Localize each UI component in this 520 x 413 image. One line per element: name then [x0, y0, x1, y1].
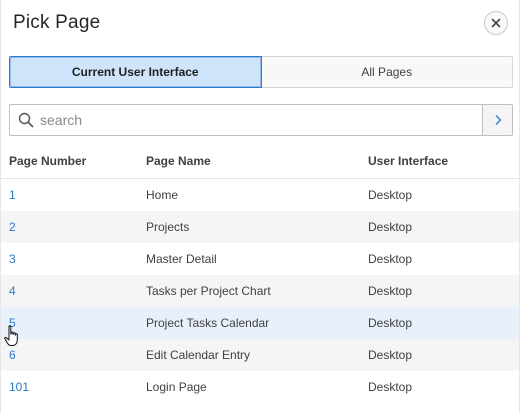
chevron-right-icon: [495, 115, 501, 125]
search-field: [9, 104, 482, 136]
header-page-number[interactable]: Page Number: [1, 154, 146, 168]
search-go-button[interactable]: [482, 104, 513, 136]
cell-user-interface: Desktop: [368, 252, 413, 266]
ui-filter-tabs: Current User Interface All Pages: [9, 56, 513, 88]
cell-user-interface: Desktop: [368, 316, 413, 330]
header-page-name[interactable]: Page Name: [146, 154, 368, 168]
cell-page-number[interactable]: 5: [1, 316, 146, 330]
cell-user-interface: Desktop: [368, 220, 413, 234]
table-row[interactable]: 1 Home Desktop: [1, 179, 519, 211]
cell-page-number[interactable]: 3: [1, 252, 146, 266]
table-row[interactable]: 5 Project Tasks Calendar Desktop: [1, 307, 519, 339]
cell-page-number[interactable]: 101: [1, 380, 146, 394]
pages-table: Page Number Page Name User Interface 1 H…: [1, 144, 519, 403]
table-row[interactable]: 4 Tasks per Project Chart Desktop: [1, 275, 519, 307]
cell-page-number[interactable]: 1: [1, 188, 146, 202]
search-bar: [9, 104, 513, 136]
cell-page-name: Master Detail: [146, 252, 217, 266]
dialog-title-bar: Pick Page: [1, 0, 519, 48]
cell-page-name: Tasks per Project Chart: [146, 284, 271, 298]
table-body: 1 Home Desktop 2 Projects Desktop 3 Mast…: [1, 179, 519, 403]
cell-page-name: Project Tasks Calendar: [146, 316, 270, 330]
cell-user-interface: Desktop: [368, 284, 413, 298]
cell-user-interface: Desktop: [368, 348, 413, 362]
table-row[interactable]: 6 Edit Calendar Entry Desktop: [1, 339, 519, 371]
search-icon: [18, 112, 34, 128]
table-row[interactable]: 2 Projects Desktop: [1, 211, 519, 243]
cell-page-name: Login Page: [146, 380, 207, 394]
pick-page-dialog: Pick Page Current User Interface All Pag…: [0, 0, 520, 413]
table-row[interactable]: 3 Master Detail Desktop: [1, 243, 519, 275]
dialog-title: Pick Page: [13, 12, 101, 33]
cell-page-name: Projects: [146, 220, 190, 234]
cell-page-name: Edit Calendar Entry: [146, 348, 251, 362]
header-user-interface[interactable]: User Interface: [368, 154, 519, 168]
cell-user-interface: Desktop: [368, 380, 413, 394]
cell-page-number[interactable]: 6: [1, 348, 146, 362]
cell-page-number[interactable]: 2: [1, 220, 146, 234]
close-button[interactable]: [484, 11, 508, 35]
tab-all-pages[interactable]: All Pages: [261, 56, 513, 88]
search-input[interactable]: [40, 106, 482, 134]
cell-user-interface: Desktop: [368, 188, 413, 202]
cell-page-name: Home: [146, 188, 179, 202]
tab-current-user-interface[interactable]: Current User Interface: [9, 56, 262, 88]
table-row[interactable]: 101 Login Page Desktop: [1, 371, 519, 403]
cell-page-number[interactable]: 4: [1, 284, 146, 298]
close-icon: [491, 18, 501, 28]
table-header: Page Number Page Name User Interface: [1, 144, 519, 179]
